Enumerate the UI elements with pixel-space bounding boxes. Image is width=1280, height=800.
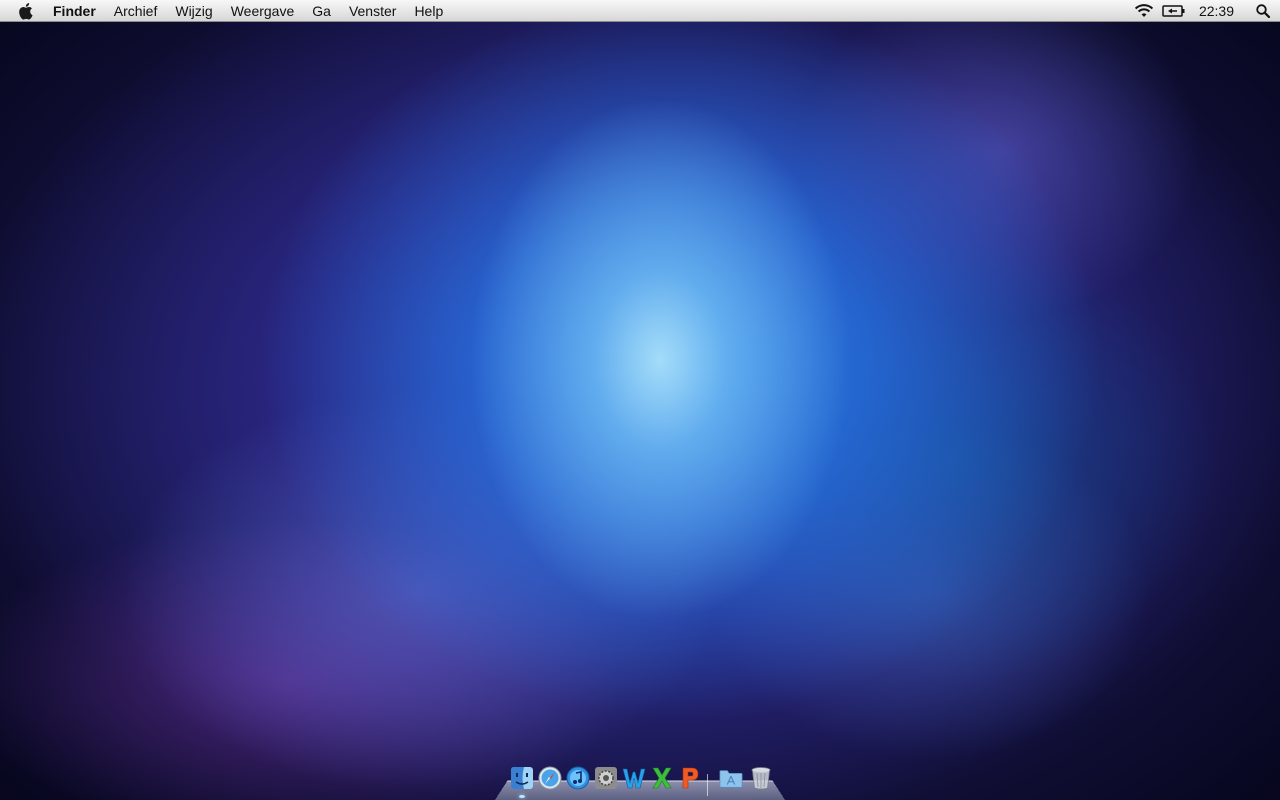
- menu-ga[interactable]: Ga: [303, 0, 340, 22]
- itunes-icon: [566, 766, 590, 790]
- menu-wijzig[interactable]: Wijzig: [166, 0, 221, 22]
- dock-item-system-preferences[interactable]: [594, 766, 618, 790]
- finder-icon: [511, 767, 533, 789]
- desktop-wallpaper[interactable]: [0, 0, 1280, 800]
- dock-item-finder[interactable]: [510, 766, 534, 790]
- battery-icon[interactable]: [1159, 0, 1189, 22]
- dock-item-applications-folder[interactable]: [719, 766, 743, 790]
- spotlight-search-icon[interactable]: [1246, 0, 1280, 22]
- dock-item-trash[interactable]: [749, 766, 773, 790]
- menubar-clock[interactable]: 22:39: [1189, 0, 1246, 22]
- safari-icon: [538, 766, 562, 790]
- trash-icon: [751, 767, 771, 790]
- menu-venster[interactable]: Venster: [340, 0, 405, 22]
- applications-folder-icon: [719, 770, 743, 788]
- dock-item-excel[interactable]: [650, 766, 674, 790]
- menu-extras: 22:39: [1129, 0, 1280, 22]
- menu-bar: Finder Archief Wijzig Weergave Ga Venste…: [0, 0, 1280, 22]
- running-indicator: [519, 795, 525, 798]
- word-icon: [622, 768, 646, 789]
- excel-icon: [652, 767, 672, 789]
- dock-item-powerpoint[interactable]: [678, 766, 702, 790]
- dock-separator: [707, 774, 708, 796]
- menu-app-finder[interactable]: Finder: [44, 0, 105, 22]
- dock: [495, 766, 785, 800]
- menu-weergave[interactable]: Weergave: [222, 0, 304, 22]
- apple-menu-icon[interactable]: [10, 0, 44, 22]
- powerpoint-icon: [682, 767, 699, 789]
- menu-help[interactable]: Help: [405, 0, 452, 22]
- wifi-icon[interactable]: [1129, 0, 1159, 22]
- dock-item-word[interactable]: [622, 766, 646, 790]
- system-preferences-icon: [595, 767, 617, 789]
- dock-item-itunes[interactable]: [566, 766, 590, 790]
- dock-item-safari[interactable]: [538, 766, 562, 790]
- menu-archief[interactable]: Archief: [105, 0, 167, 22]
